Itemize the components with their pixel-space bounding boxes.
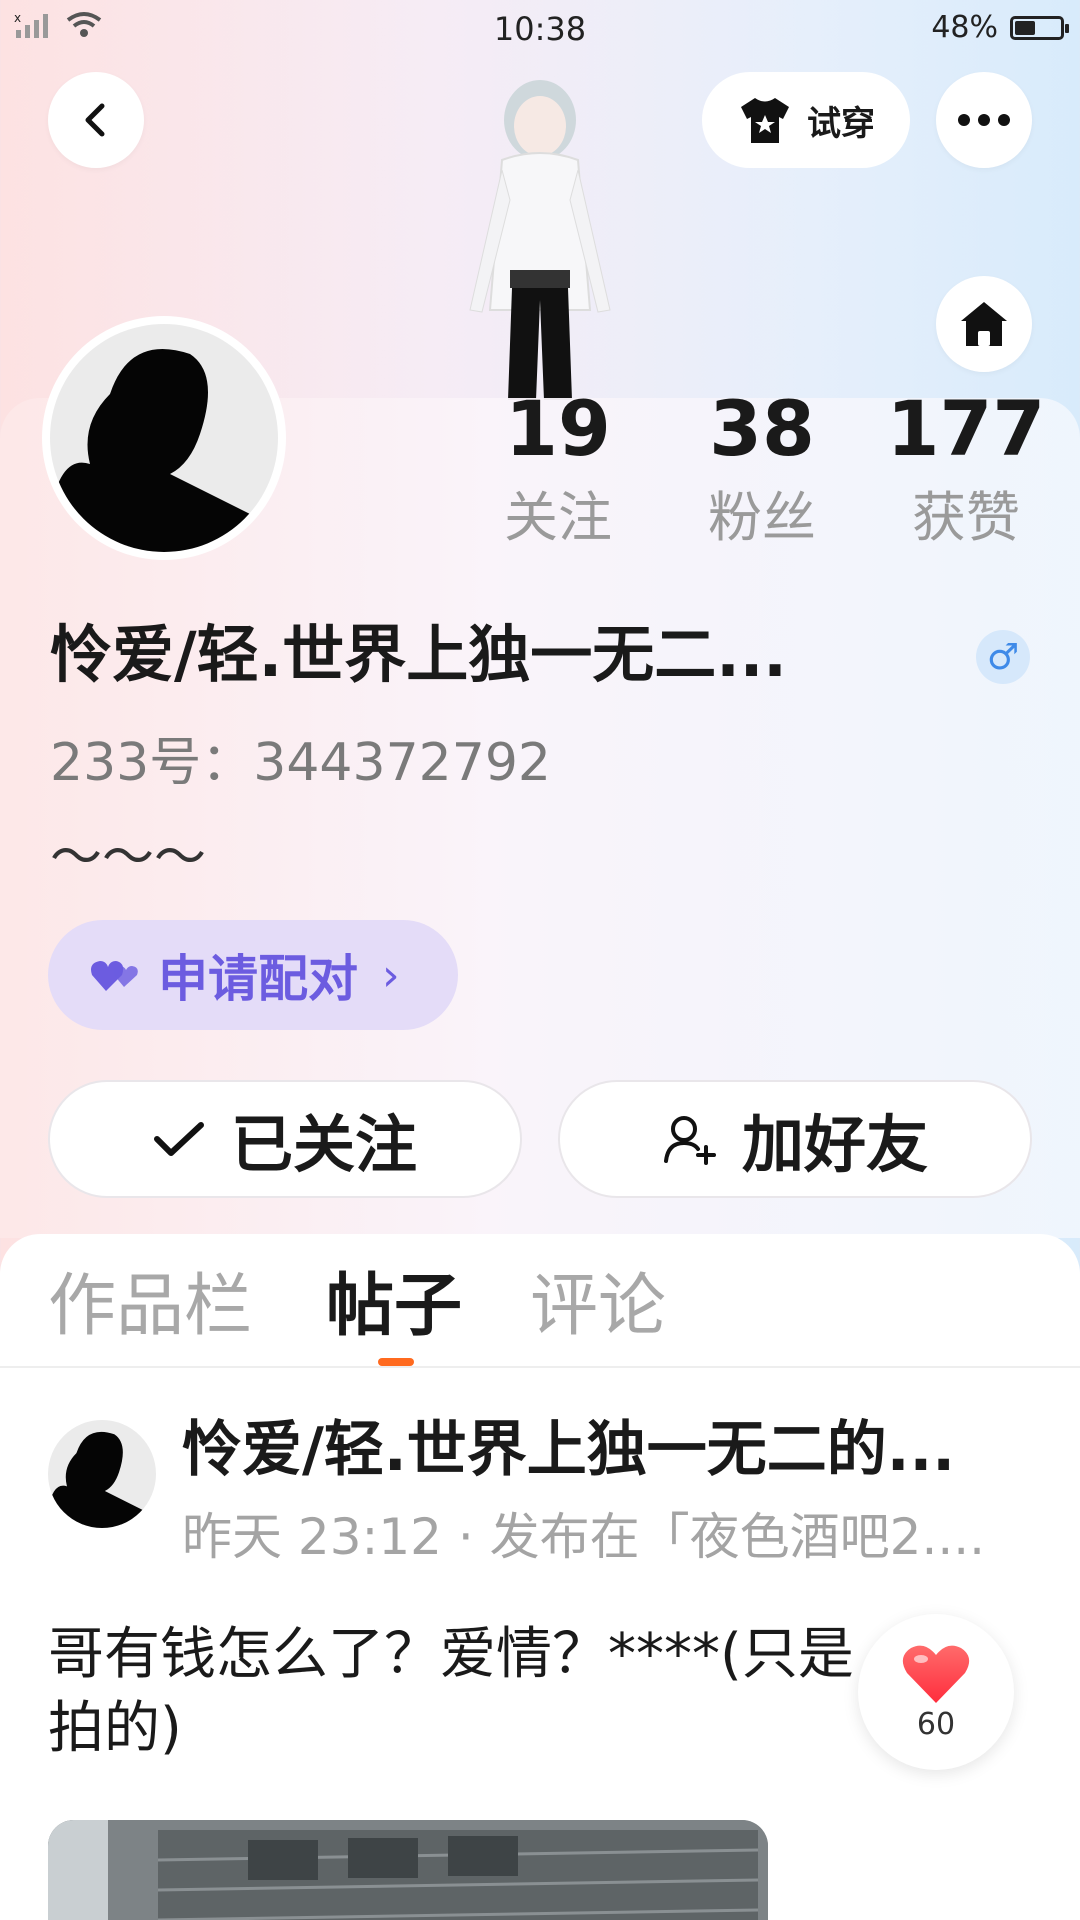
battery-level-fill	[1015, 20, 1035, 35]
status-bar: x 10:38 48%	[0, 0, 1080, 56]
post-image[interactable]	[48, 1820, 768, 1920]
stat-likes-value: 177	[886, 384, 1046, 473]
like-count: 60	[916, 1706, 956, 1742]
add-friend-label: 加好友	[741, 1108, 928, 1181]
tshirt-icon	[741, 98, 789, 143]
followed-label: 已关注	[230, 1108, 417, 1181]
post-meta[interactable]: 昨天 23:12 · 发布在「夜色酒吧2....	[182, 1504, 1052, 1570]
chevron-left-icon	[85, 103, 105, 137]
stat-likes[interactable]: 177 获赞	[886, 384, 1046, 558]
apply-pair-button[interactable]: 申请配对 ›	[48, 920, 458, 1030]
like-floating-button[interactable]: 60	[858, 1614, 1014, 1770]
stat-likes-label: 获赞	[912, 486, 1020, 549]
add-friend-button[interactable]: 加好友	[558, 1080, 1032, 1198]
post-author-name[interactable]: 怜爱/轻.世界上独一无二的...	[182, 1410, 1022, 1490]
silhouette-icon	[48, 1431, 156, 1528]
apply-pair-label: 申请配对	[158, 950, 358, 1008]
home-icon	[961, 302, 1007, 346]
tryon-label: 试穿	[807, 103, 875, 144]
profile-stats: 19 关注 38 粉丝 177 获赞	[0, 384, 1080, 549]
post-author-avatar[interactable]	[48, 1420, 156, 1528]
tab-bar: 作品栏 帖子 评论	[0, 1234, 1080, 1368]
stat-followers-value: 38	[709, 384, 815, 473]
tab-comments[interactable]: 评论	[530, 1262, 666, 1352]
battery-icon	[1010, 15, 1069, 40]
add-user-icon	[663, 1116, 716, 1165]
profile-bio: 〜〜〜	[50, 828, 207, 888]
home-button[interactable]	[936, 276, 1032, 372]
more-button[interactable]	[936, 72, 1032, 168]
tryon-button[interactable]: 试穿	[702, 72, 910, 168]
battery-percent: 48%	[931, 10, 998, 45]
followed-button[interactable]: 已关注	[48, 1080, 522, 1198]
tab-works[interactable]: 作品栏	[48, 1262, 252, 1352]
back-button[interactable]	[48, 72, 144, 168]
post-photo	[48, 1820, 768, 1920]
tab-posts[interactable]: 帖子	[326, 1262, 462, 1352]
stat-following[interactable]: 19 关注	[478, 384, 638, 558]
stat-following-label: 关注	[504, 486, 612, 549]
stat-following-value: 19	[505, 384, 611, 473]
content-sheet: 作品栏 帖子 评论 怜爱/轻.世界上独一无二的... 昨天 23:12 · 发布…	[0, 1234, 1080, 1920]
name-row: 怜爱/轻.世界上独一无二... ♂	[50, 610, 1030, 700]
heart-icon	[902, 1645, 970, 1703]
hearts-icon	[91, 961, 138, 991]
profile-name: 怜爱/轻.世界上独一无二...	[50, 618, 787, 691]
profile-uid: 233号：344372792	[50, 733, 552, 793]
more-dots-icon	[958, 114, 1010, 126]
avatar-character-figure	[469, 80, 611, 400]
status-time: 10:38	[493, 10, 587, 48]
check-icon	[153, 1122, 204, 1156]
gender-male-icon: ♂	[976, 630, 1030, 684]
status-right: 48%	[931, 10, 1069, 45]
stat-followers[interactable]: 38 粉丝	[682, 384, 842, 558]
post-text[interactable]: 哥有钱怎么了？爱情？****(只是拍的)	[48, 1618, 868, 1766]
chevron-right-icon: ›	[382, 949, 400, 1001]
active-tab-indicator	[378, 1358, 414, 1366]
stat-followers-label: 粉丝	[708, 486, 816, 549]
